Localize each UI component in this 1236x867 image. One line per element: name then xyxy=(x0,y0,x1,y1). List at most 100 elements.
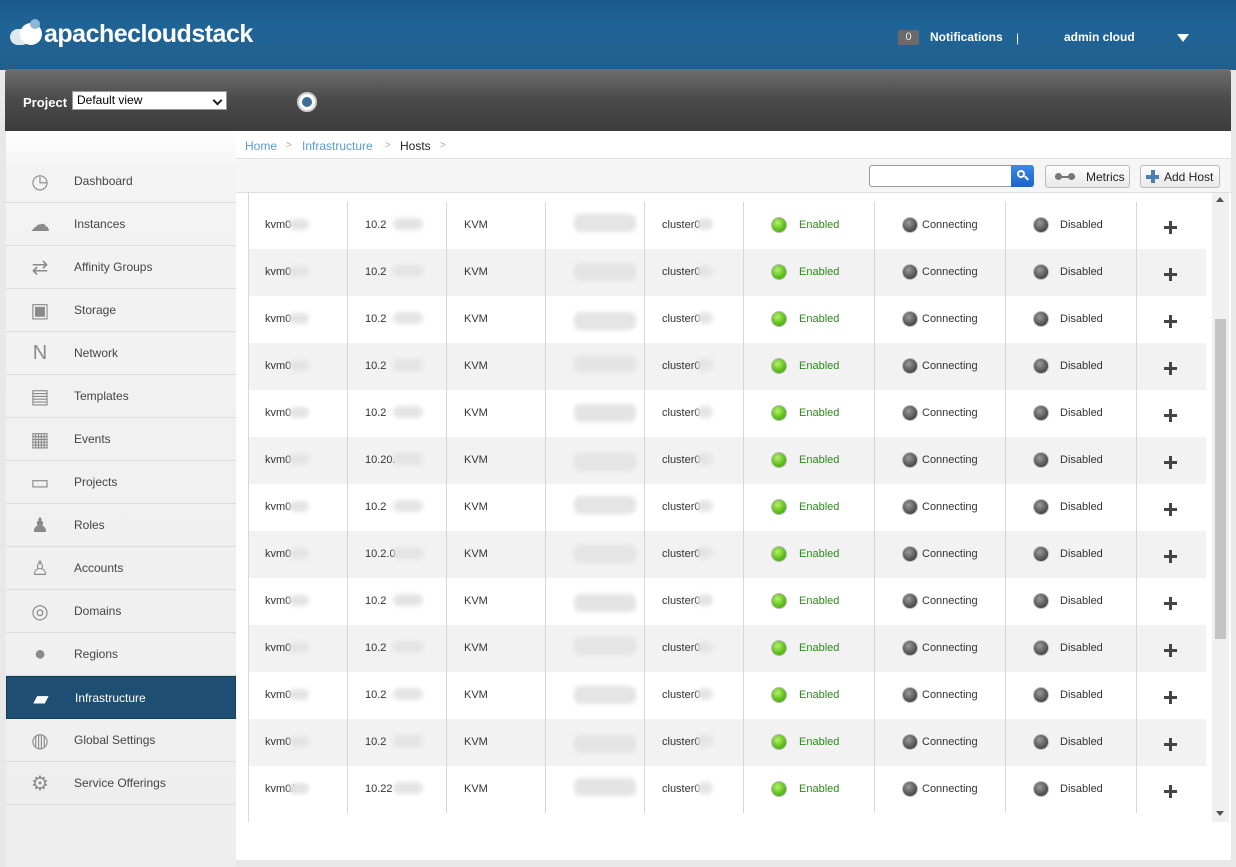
expand-plus-icon[interactable] xyxy=(1164,456,1177,469)
search-input[interactable] xyxy=(869,165,1012,187)
table-row[interactable]: kvm0 10.2 KVM cluster0 Enabled Connecting Disa… xyxy=(249,672,1206,719)
ha-state: Disabled xyxy=(1060,689,1103,701)
expand-plus-icon[interactable] xyxy=(1164,503,1177,516)
redacted-text xyxy=(289,736,309,747)
table-row[interactable]: kvm0 10.2 KVM cluster0 Enabled Connecting Disa… xyxy=(249,390,1206,437)
agent-state: Connecting xyxy=(922,407,978,419)
vertical-scrollbar[interactable] xyxy=(1212,193,1229,822)
metrics-button[interactable]: Metrics xyxy=(1045,165,1130,188)
sidebar-item-storage[interactable]: ▣ Storage xyxy=(6,289,236,332)
table-row[interactable]: kvm0 10.2.0. KVM cluster0 Enabled Connecting D… xyxy=(249,531,1206,578)
toolbar: Metrics Add Host xyxy=(236,159,1231,193)
sidebar-item-accounts[interactable]: ♙ Accounts xyxy=(6,547,236,590)
actions-cell[interactable] xyxy=(1137,766,1206,813)
table-row[interactable]: kvm0 10.2 KVM cluster0 Enabled Connecting Disa… xyxy=(249,625,1206,672)
actions-cell[interactable] xyxy=(1137,202,1206,249)
actions-cell[interactable] xyxy=(1137,437,1206,484)
table-row[interactable]: kvm0 10.2 KVM cluster0 Enabled Connecting Disa… xyxy=(249,343,1206,390)
agent-state: Connecting xyxy=(922,501,978,513)
connecting-status-icon xyxy=(902,546,918,562)
redacted-text xyxy=(697,735,713,747)
actions-cell[interactable] xyxy=(1137,531,1206,578)
expand-plus-icon[interactable] xyxy=(1164,315,1177,328)
cluster-cell: cluster0 xyxy=(645,343,744,390)
redacted-text xyxy=(697,500,713,512)
globe-icon: ● xyxy=(33,642,47,665)
table-row[interactable]: kvm0 10.2 KVM cluster0 Enabled Connecting Disa… xyxy=(249,484,1206,531)
sidebar-item-roles[interactable]: ♟ Roles xyxy=(6,504,236,547)
scroll-up-icon[interactable] xyxy=(1216,197,1224,202)
sidebar-item-affinity-groups[interactable]: ⇄ Affinity Groups xyxy=(6,246,236,289)
hypervisor: KVM xyxy=(464,266,488,278)
redacted-text xyxy=(697,218,713,230)
actions-cell[interactable] xyxy=(1137,625,1206,672)
connecting-status-icon xyxy=(902,358,918,374)
breadcrumb-infrastructure[interactable]: Infrastructure xyxy=(302,139,373,153)
actions-cell[interactable] xyxy=(1137,578,1206,625)
sidebar-item-service-offerings[interactable]: ⚙ Service Offerings xyxy=(6,762,236,805)
cloud-icon: ☁ xyxy=(30,213,50,236)
redacted-text xyxy=(393,782,423,794)
expand-plus-icon[interactable] xyxy=(1164,362,1177,375)
user-menu-name[interactable]: admin cloud xyxy=(1064,30,1135,44)
table-row[interactable]: kvm0 10.2 KVM cluster0 Enabled Connecting Disa… xyxy=(249,249,1206,296)
connecting-status-icon xyxy=(902,217,918,233)
disabled-status-icon xyxy=(1033,499,1049,515)
sidebar-item-dashboard[interactable]: ◷ Dashboard xyxy=(6,160,236,203)
expand-plus-icon[interactable] xyxy=(1164,409,1177,422)
table-row[interactable]: kvm0 10.2 KVM cluster0 Enabled Connecting Disa… xyxy=(249,719,1206,766)
sidebar-item-events[interactable]: ▦ Events xyxy=(6,418,236,461)
sidebar-item-infrastructure[interactable]: ▰ Infrastructure xyxy=(6,676,236,719)
cluster-cell: cluster0 xyxy=(645,672,744,719)
expand-plus-icon[interactable] xyxy=(1164,644,1177,657)
scroll-down-icon[interactable] xyxy=(1216,811,1224,816)
scrollbar-thumb[interactable] xyxy=(1215,319,1226,639)
redacted-text xyxy=(574,496,636,514)
notifications-link[interactable]: Notifications xyxy=(930,30,1003,44)
expand-plus-icon[interactable] xyxy=(1164,221,1177,234)
actions-cell[interactable] xyxy=(1137,484,1206,531)
notifications-count-badge[interactable]: 0 xyxy=(898,30,919,45)
redacted-cell xyxy=(546,249,645,296)
table-row[interactable]: kvm0/n 10.22 KVM cluster0 Enabled Connecting D… xyxy=(249,766,1206,813)
expand-plus-icon[interactable] xyxy=(1164,550,1177,563)
actions-cell[interactable] xyxy=(1137,343,1206,390)
host-ip-cell: 10.2 xyxy=(348,343,447,390)
actions-cell[interactable] xyxy=(1137,390,1206,437)
sidebar-item-regions[interactable]: ● Regions xyxy=(6,633,236,676)
actions-cell[interactable] xyxy=(1137,296,1206,343)
redacted-text xyxy=(697,782,713,794)
table-row[interactable]: kvm0 10.2 KVM cluster0 Enabled Connecting Disa… xyxy=(249,296,1206,343)
table-row[interactable]: kvm0 10.20. KVM cluster0 Enabled Connecting Di… xyxy=(249,437,1206,484)
sidebar-item-instances[interactable]: ☁ Instances xyxy=(6,203,236,246)
globe-icon[interactable] xyxy=(297,92,317,112)
breadcrumb-hosts[interactable]: Hosts xyxy=(400,139,431,153)
host-ip: 10.2 xyxy=(365,360,387,372)
sidebar-item-templates[interactable]: ▤ Templates xyxy=(6,375,236,418)
actions-cell[interactable] xyxy=(1137,672,1206,719)
sidebar-item-domains[interactable]: ◎ Domains xyxy=(6,590,236,633)
search-button[interactable] xyxy=(1011,165,1034,187)
sidebar-item-projects[interactable]: ▭ Projects xyxy=(6,461,236,504)
expand-plus-icon[interactable] xyxy=(1164,691,1177,704)
add-host-button[interactable]: Add Host xyxy=(1140,165,1220,188)
project-select[interactable]: Default view xyxy=(72,91,227,110)
expand-plus-icon[interactable] xyxy=(1164,597,1177,610)
cloudstack-logo[interactable]: apachecloudstack xyxy=(10,16,253,52)
expand-plus-icon[interactable] xyxy=(1164,785,1177,798)
sidebar-item-global-settings[interactable]: ◍ Global Settings xyxy=(6,719,236,762)
user-menu-caret-icon[interactable] xyxy=(1177,34,1189,42)
expand-plus-icon[interactable] xyxy=(1164,268,1177,281)
table-row[interactable]: kvm0 10.2 KVM cluster0 Enabled Connecting Disa… xyxy=(249,578,1206,625)
expand-plus-icon[interactable] xyxy=(1164,738,1177,751)
sidebar-item-network[interactable]: N Network xyxy=(6,332,236,375)
actions-cell[interactable] xyxy=(1137,249,1206,296)
enabled-status-icon xyxy=(771,452,787,468)
sidebar-item-label: Global Settings xyxy=(74,733,156,747)
affinity-icon: ⇄ xyxy=(31,256,49,279)
actions-cell[interactable] xyxy=(1137,719,1206,766)
hypervisor: KVM xyxy=(464,313,488,325)
table-row[interactable]: kvm0 10.2 KVM cluster0 Enabled Connecting Disa… xyxy=(249,202,1206,249)
breadcrumb-home[interactable]: Home xyxy=(245,139,277,153)
hypervisor-cell: KVM xyxy=(447,202,546,249)
